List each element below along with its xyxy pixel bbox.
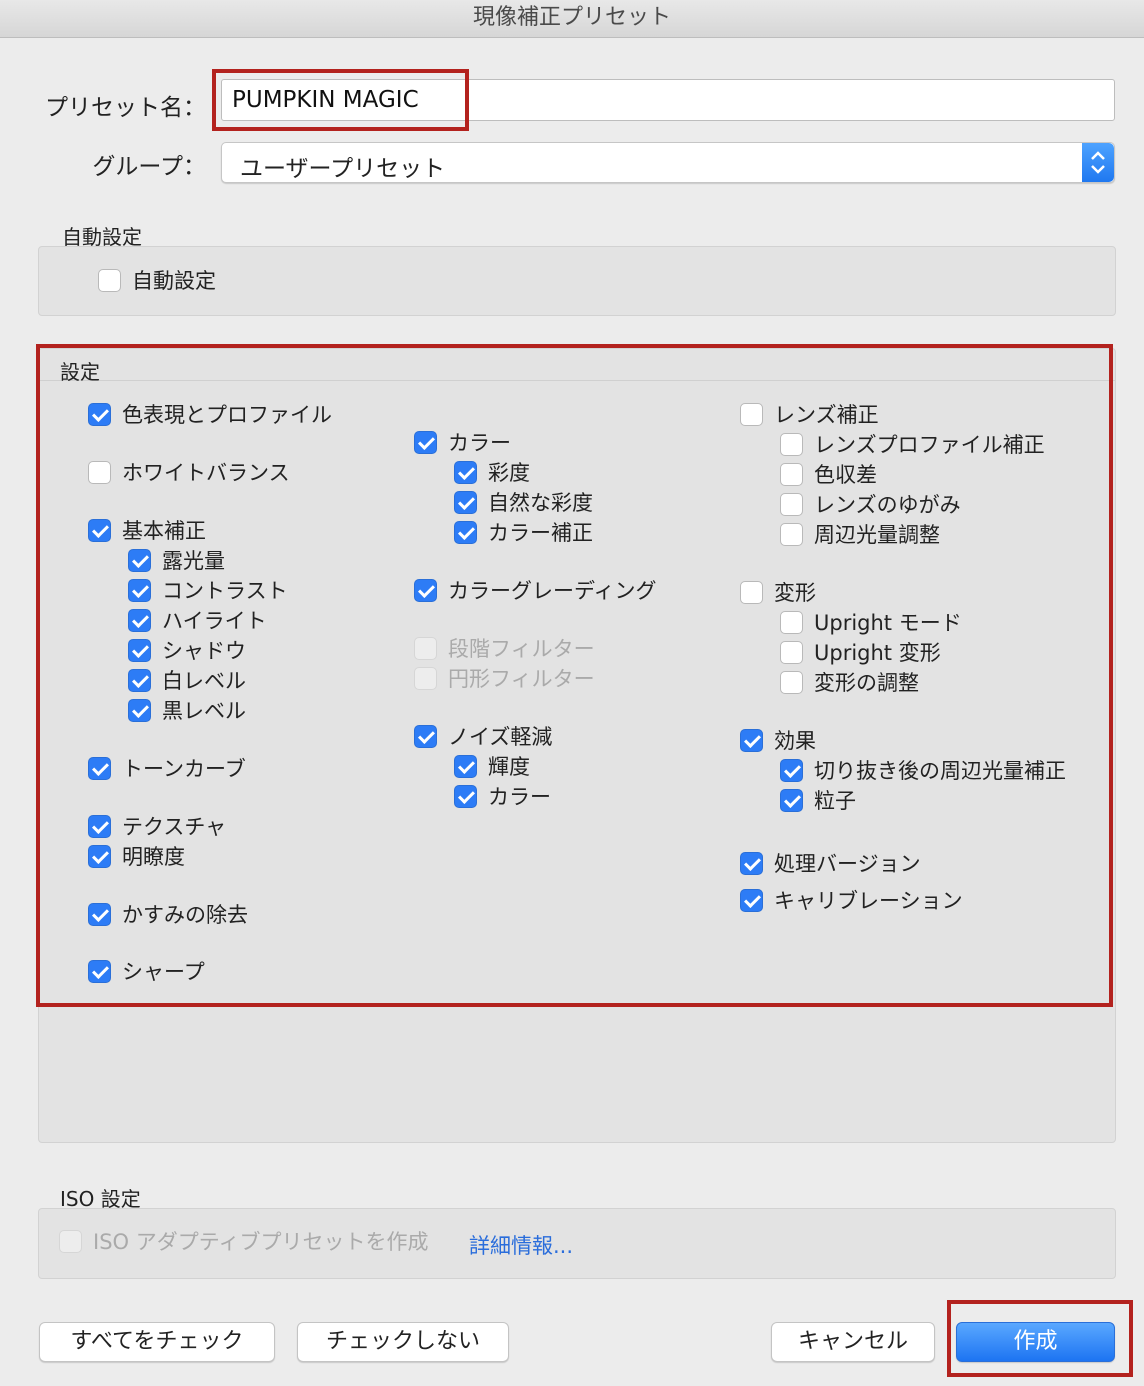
group-select-value: ユーザープリセット [240, 156, 446, 182]
cancel-button[interactable]: キャンセル [771, 1322, 935, 1362]
group-select[interactable]: ユーザープリセット [221, 142, 1115, 183]
settings-highlight [36, 344, 1113, 1007]
checkbox-icon[interactable] [59, 1229, 82, 1253]
preset-name-label: プリセット名： [45, 95, 206, 121]
select-stepper-icon[interactable] [1082, 143, 1114, 182]
iso-adaptive-label: ISO アダプティブプリセットを作成 [93, 1230, 429, 1254]
check-none-button[interactable]: チェックしない [297, 1322, 509, 1362]
iso-adaptive-checkbox[interactable]: ISO アダプティブプリセットを作成 [59, 1227, 428, 1255]
preset-name-highlight [212, 69, 469, 131]
auto-setting-checkbox[interactable]: 自動設定 [98, 266, 216, 294]
checkbox-icon[interactable] [98, 268, 121, 292]
more-info-link[interactable]: 詳細情報... [469, 1230, 573, 1260]
check-all-button[interactable]: すべてをチェック [39, 1322, 275, 1362]
group-label: グループ： [92, 154, 206, 180]
auto-setting-label: 自動設定 [132, 269, 216, 293]
window-title: 現像補正プリセット [0, 0, 1144, 38]
create-highlight [947, 1300, 1133, 1377]
